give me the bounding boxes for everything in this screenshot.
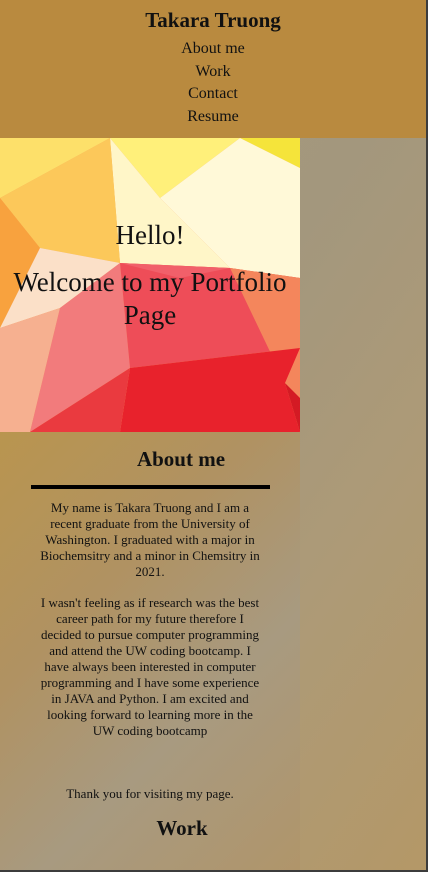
nav-link-contact[interactable]: Contact xyxy=(0,83,426,106)
hero-banner: Hello! Welcome to my Portfolio Page xyxy=(0,138,300,432)
nav-link-about-me[interactable]: About me xyxy=(0,38,426,61)
site-title: Takara Truong xyxy=(145,8,281,32)
nav-link-resume[interactable]: Resume xyxy=(0,106,426,129)
page-frame: Takara Truong About me Work Contact Resu… xyxy=(0,0,428,872)
main-nav: About me Work Contact Resume xyxy=(0,38,426,128)
work-heading: Work xyxy=(156,816,208,840)
site-header: Takara Truong About me Work Contact Resu… xyxy=(0,0,426,138)
about-heading: About me xyxy=(136,447,226,471)
about-paragraph-career: I wasn't feeling as if research was the … xyxy=(40,595,260,738)
about-paragraph-thanks: Thank you for visiting my page. xyxy=(66,786,234,801)
about-section: About me My name is Takara Truong and I … xyxy=(0,432,300,870)
nav-link-work[interactable]: Work xyxy=(0,61,426,84)
about-paragraph-intro: My name is Takara Truong and I am a rece… xyxy=(40,500,260,579)
section-divider xyxy=(31,485,270,489)
hero-greeting: Hello! xyxy=(115,220,185,250)
hero-welcome-text: Welcome to my Portfolio Page xyxy=(13,267,287,330)
